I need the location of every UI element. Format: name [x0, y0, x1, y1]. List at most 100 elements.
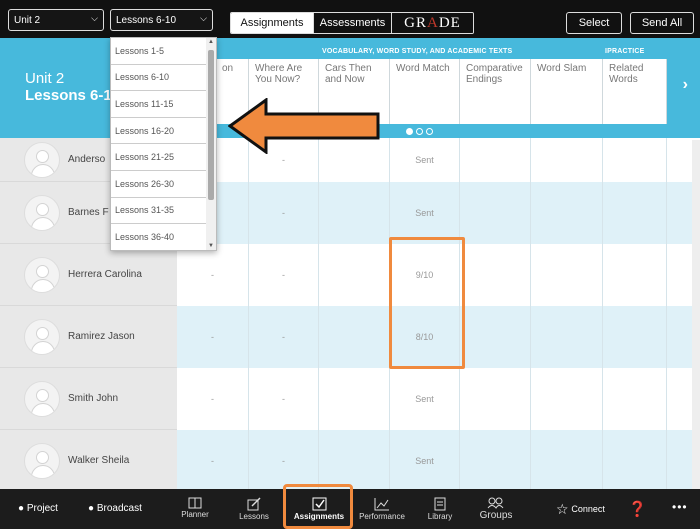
groups-icon [487, 497, 504, 509]
table-row[interactable]: Walker Sheila - - Sent [0, 430, 700, 492]
assignment-cell[interactable] [603, 306, 667, 368]
tab-assessments[interactable]: Assessments [313, 13, 391, 33]
assignment-cell[interactable] [460, 306, 531, 368]
assignment-cell[interactable] [460, 244, 531, 306]
page-dot[interactable] [416, 128, 423, 135]
table-row[interactable]: Smith John - - Sent [0, 368, 700, 430]
score-highlight-box [389, 237, 465, 369]
unit-select-value: Unit 2 [14, 14, 41, 26]
assignment-cell[interactable] [319, 368, 390, 430]
assignment-cell[interactable] [460, 138, 531, 182]
nav-planner[interactable]: Planner [178, 497, 212, 519]
assignment-cell[interactable]: Sent [390, 182, 460, 244]
table-row[interactable]: Barnes F - Sent [0, 182, 700, 244]
page-dots [406, 128, 433, 135]
library-icon [434, 497, 446, 511]
project-button[interactable]: ● Project [18, 503, 58, 514]
unit-label: Unit 2 [25, 70, 65, 87]
nav-lessons[interactable]: Lessons [236, 497, 272, 521]
grid-scrollbar[interactable] [692, 140, 700, 490]
next-page-icon[interactable]: › [683, 76, 688, 94]
assignment-cell[interactable] [603, 430, 667, 492]
column-header[interactable]: Related Words [603, 59, 667, 124]
lessons-option[interactable]: Lessons 11-15 [111, 91, 207, 118]
lessons-option[interactable]: Lessons 6-10 [111, 65, 207, 92]
assignment-cell[interactable] [531, 368, 603, 430]
group-label-vocab: VOCABULARY, WORD STUDY, AND ACADEMIC TEX… [322, 48, 513, 55]
broadcast-button[interactable]: ● Broadcast [88, 503, 142, 514]
column-header[interactable]: Word Slam [531, 59, 603, 124]
assignment-cell[interactable] [603, 368, 667, 430]
grade-logo[interactable]: GRADE [391, 13, 473, 33]
dropdown-scrollbar[interactable]: ▲ ▼ [206, 38, 216, 250]
unit-select[interactable]: Unit 2 ⌵ [8, 9, 104, 31]
send-all-button[interactable]: Send All [630, 12, 694, 34]
assignment-cell[interactable]: Sent [390, 138, 460, 182]
assignment-cell[interactable] [531, 244, 603, 306]
table-row[interactable]: Herrera Carolina - -9/10 [0, 244, 700, 306]
tab-assignments[interactable]: Assignments [231, 13, 313, 33]
assignment-cell[interactable] [603, 244, 667, 306]
student-name: Barnes F [68, 207, 109, 218]
assignment-cell[interactable]: - [249, 182, 319, 244]
avatar [24, 318, 60, 355]
assignment-cell[interactable] [460, 182, 531, 244]
student-name-cell[interactable]: Walker Sheila [0, 430, 177, 492]
planner-icon [188, 497, 202, 509]
assignment-cell[interactable]: - [177, 430, 249, 492]
lessons-option[interactable]: Lessons 1-5 [111, 38, 207, 65]
assignment-cell[interactable] [319, 430, 390, 492]
nav-groups[interactable]: Groups [476, 497, 516, 521]
view-tabs: Assignments Assessments GRADE [230, 12, 474, 34]
scroll-up-icon[interactable]: ▲ [208, 39, 214, 45]
assignment-cell[interactable]: - [177, 244, 249, 306]
lessons-select-value: Lessons 6-10 [116, 14, 177, 26]
lessons-option[interactable]: Lessons 21-25 [111, 144, 207, 171]
lessons-dropdown-menu: Lessons 1-5 Lessons 6-10 Lessons 11-15 Less… [110, 37, 217, 251]
table-row[interactable]: Ramirez Jason - -8/10 [0, 306, 700, 368]
assignment-cell[interactable]: - [249, 306, 319, 368]
select-button[interactable]: Select [566, 12, 622, 34]
connect-button[interactable]: ☆ Connect [556, 501, 605, 518]
lessons-option[interactable]: Lessons 26-30 [111, 171, 207, 198]
lessons-option[interactable]: Lessons 31-35 [111, 198, 207, 225]
assignment-cell[interactable]: Sent [390, 368, 460, 430]
lessons-icon [247, 497, 261, 511]
help-icon[interactable]: ❓ [628, 500, 647, 518]
column-header[interactable]: Word Match [390, 59, 460, 124]
page-dot[interactable] [406, 128, 413, 135]
scroll-thumb[interactable] [208, 50, 214, 200]
lessons-option[interactable]: Lessons 16-20 [111, 118, 207, 145]
assignment-cell[interactable] [460, 368, 531, 430]
assignment-cell[interactable] [531, 182, 603, 244]
scroll-down-icon[interactable]: ▼ [208, 243, 214, 249]
assignment-cell[interactable] [531, 306, 603, 368]
assignment-cell[interactable] [319, 306, 390, 368]
chevron-down-icon: ⌵ [91, 13, 98, 23]
student-name-cell[interactable]: Ramirez Jason [0, 306, 177, 368]
assignment-cell[interactable]: - [249, 430, 319, 492]
more-icon[interactable]: ••• [672, 500, 688, 514]
student-name-cell[interactable]: Smith John [0, 368, 177, 430]
student-name-cell[interactable]: Herrera Carolina [0, 244, 177, 306]
assignment-cell[interactable] [531, 430, 603, 492]
lessons-option[interactable]: Lessons 36-40 [111, 224, 207, 250]
assignment-cell[interactable]: - [177, 306, 249, 368]
assignment-cell[interactable] [319, 182, 390, 244]
assignment-cell[interactable]: - [249, 368, 319, 430]
assignment-cell[interactable]: - [249, 244, 319, 306]
assignment-cell[interactable]: Sent [390, 430, 460, 492]
avatar [24, 442, 60, 479]
assignment-cell[interactable] [460, 430, 531, 492]
assignment-cell[interactable] [531, 138, 603, 182]
lessons-select[interactable]: Lessons 6-10 ⌵ [110, 9, 213, 31]
assignment-cell[interactable] [603, 138, 667, 182]
assignment-cell[interactable]: - [177, 368, 249, 430]
group-label-ipractice: IPRACTICE [605, 48, 645, 55]
nav-performance[interactable]: Performance [356, 497, 408, 521]
page-dot[interactable] [426, 128, 433, 135]
assignment-cell[interactable] [319, 244, 390, 306]
column-header[interactable]: Comparative Endings [460, 59, 531, 124]
assignment-cell[interactable] [603, 182, 667, 244]
nav-library[interactable]: Library [426, 497, 454, 521]
